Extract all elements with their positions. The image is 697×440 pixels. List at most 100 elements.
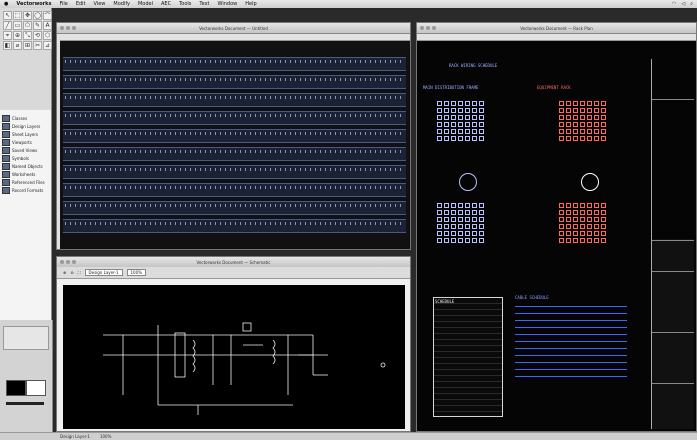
nav-item-referenced-files[interactable]: Referenced Files [2,178,49,186]
trim-tool-icon[interactable]: ✂ [33,41,42,50]
signal-strip-5[interactable] [63,129,406,143]
marquee-tool-icon[interactable]: ⬚ [13,11,22,20]
hexagon-tool-icon[interactable]: ⬡ [43,31,52,40]
folder-icon [2,170,10,178]
rack-plan-window: Vectorworks Document — Rack Plan RACK WI… [416,22,697,432]
schematic-canvas[interactable] [63,285,405,429]
cable-schedule-list[interactable]: CABLE SCHEDULE [515,295,627,383]
left-ring-marker [459,173,477,191]
right-ring-marker [581,173,599,191]
text-tool-icon[interactable]: A [43,21,52,30]
menu-tools[interactable]: Tools [179,1,191,7]
zoom-in-icon[interactable]: ⊕ [63,270,66,275]
folder-icon [2,162,10,170]
locus-tool-icon[interactable]: ⌖ [3,31,12,40]
menu-window[interactable]: Window [218,1,238,7]
color-swatches[interactable] [3,326,49,350]
nav-item-symbols[interactable]: Symbols [2,154,49,162]
folder-icon [2,138,10,146]
window-titlebar: Vectorworks Document — Rack Plan [417,23,696,34]
grid-tool-icon[interactable]: ⊞ [23,41,32,50]
nav-item-design-layers[interactable]: Design Layers [2,122,49,130]
nav-item-viewports[interactable]: Viewports [2,138,49,146]
attributes-palette [0,320,53,432]
resize-tool-icon[interactable]: ⤡ [23,31,32,40]
signal-strip-4[interactable] [63,111,406,125]
nav-item-saved-views[interactable]: Saved Views [2,146,49,154]
nav-item-record-formats[interactable]: Record Formats [2,186,49,194]
search-icon[interactable]: ⌕ [690,1,693,7]
window-title: Vectorworks Document — Untitled [199,25,268,31]
menu-help[interactable]: Help [245,1,256,7]
navigation-palette: Classes Design Layers Sheet Layers Viewp… [0,110,52,320]
dimension-tool-icon[interactable]: ⌀ [13,41,22,50]
folder-icon [2,186,10,194]
menu-bar: ● Vectorworks File Edit View Modify Mode… [0,0,697,8]
folder-icon [2,122,10,130]
rectangle-tool-icon[interactable]: ▭ [13,21,22,30]
arc-tool-icon[interactable]: ⌒ [43,11,52,20]
zoom-tool-icon[interactable]: ⊕ [13,31,22,40]
window-controls[interactable] [420,26,436,30]
sheet-title: RACK WIRING SCHEDULE [449,63,498,68]
nav-item-classes[interactable]: Classes [2,114,49,122]
schedule-table[interactable]: SCHEDULE [433,297,503,417]
line-weight-indicator[interactable] [6,402,44,405]
left-port-grid-top [437,101,484,141]
fit-icon[interactable]: ⛶ [78,270,81,275]
tool-palette: ↖ ⬚ ✥ ◯ ⌒ ╱ ▭ ⬠ ✎ A ⌖ ⊕ ⤡ ⟲ ⬡ ◧ ⌀ ⊞ ✂ ⊿ [0,8,52,110]
wifi-icon[interactable]: ◠ [672,1,676,7]
menu-aec[interactable]: AEC [161,1,171,7]
signal-strip-9[interactable] [63,201,406,215]
menu-file[interactable]: File [59,1,67,7]
layer-dropdown[interactable]: Design Layer-1 [84,269,123,276]
menu-app[interactable]: Vectorworks [16,1,51,7]
status-layer: Design Layer-1 [60,434,90,439]
view-bar: ⊕ ⊖ ⛶ Design Layer-1 100% [57,267,410,279]
folder-icon [2,154,10,162]
horizontal-ruler [57,34,410,41]
fill-swatch[interactable] [6,380,26,396]
signal-strip-8[interactable] [63,183,406,197]
pen-swatch[interactable] [26,380,46,396]
line-tool-icon[interactable]: ╱ [3,21,12,30]
menu-text[interactable]: Text [199,1,209,7]
signal-strip-7[interactable] [63,165,406,179]
left-heading: MAIN DISTRIBUTION FRAME [423,85,479,90]
status-bar: Design Layer-1 100% [0,432,697,440]
signal-strip-1[interactable] [63,57,406,71]
folder-icon [2,114,10,122]
menu-edit[interactable]: Edit [76,1,86,7]
top-left-drawing-window: Vectorworks Document — Untitled [56,22,411,250]
menu-view[interactable]: View [94,1,106,7]
right-heading: EQUIPMENT RACK [537,85,571,90]
window-title: Vectorworks Document — Schematic [196,259,271,265]
signal-strip-2[interactable] [63,75,406,89]
zoom-dropdown[interactable]: 100% [126,269,146,276]
title-block [651,59,694,429]
volume-icon[interactable]: ◁ [681,1,685,7]
rotate-tool-icon[interactable]: ⟲ [33,31,42,40]
apple-icon[interactable]: ● [4,1,8,7]
window-controls[interactable] [60,26,76,30]
pan-tool-icon[interactable]: ✥ [23,11,32,20]
nav-item-sheet-layers[interactable]: Sheet Layers [2,130,49,138]
polygon-tool-icon[interactable]: ⬠ [23,21,32,30]
schematic-window: Vectorworks Document — Schematic ⊕ ⊖ ⛶ D… [56,256,411,432]
signal-strip-10[interactable] [63,219,406,233]
signal-strip-6[interactable] [63,147,406,161]
fill-tool-icon[interactable]: ◧ [3,41,12,50]
menu-model[interactable]: Model [138,1,153,7]
menu-modify[interactable]: Modify [113,1,130,7]
folder-icon [2,130,10,138]
circle-tool-icon[interactable]: ◯ [33,11,42,20]
nav-item-named-objects[interactable]: Named Objects [2,162,49,170]
circuit-diagram [103,322,386,415]
signal-strip-3[interactable] [63,93,406,107]
window-controls[interactable] [60,260,76,264]
nav-item-worksheets[interactable]: Worksheets [2,170,49,178]
zoom-out-icon[interactable]: ⊖ [70,270,73,275]
selection-tool-icon[interactable]: ↖ [3,11,12,20]
freehand-tool-icon[interactable]: ✎ [33,21,42,30]
angle-tool-icon[interactable]: ⊿ [43,41,52,50]
